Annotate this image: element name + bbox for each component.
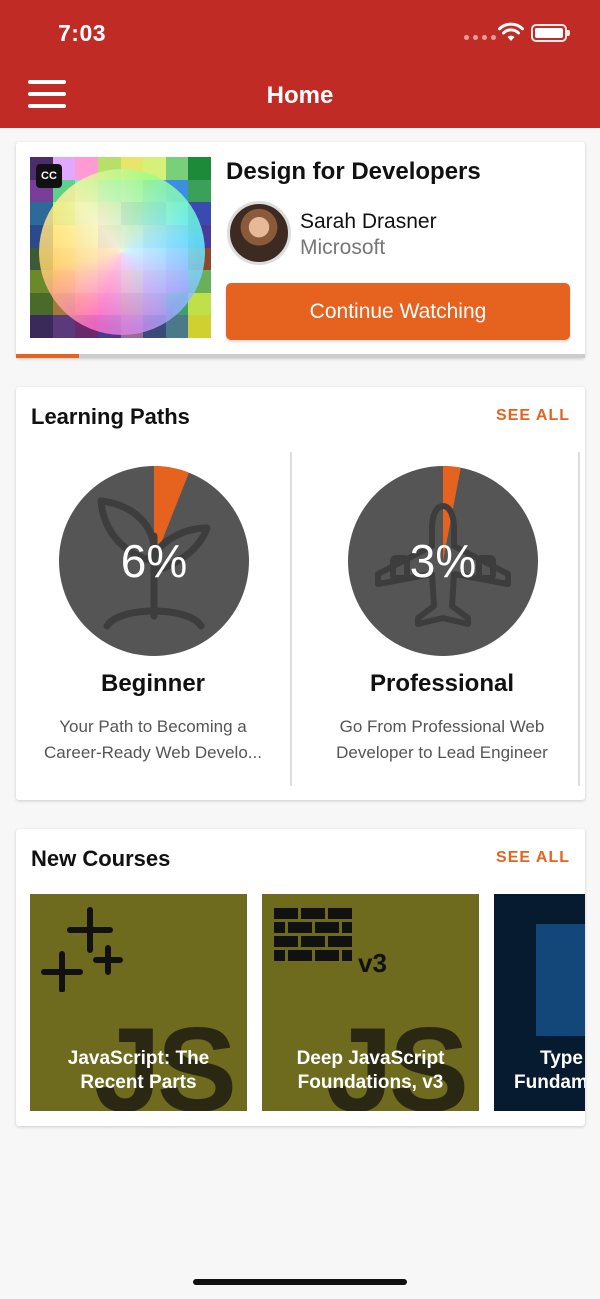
author-organization: Microsoft: [300, 236, 386, 259]
sparkle-plus-icon: [41, 907, 123, 992]
path-divider: [290, 452, 292, 786]
closed-captions-icon: CC: [36, 164, 62, 188]
page-title: Home: [266, 82, 334, 109]
course-tile[interactable]: Type Fundam: [494, 894, 585, 1111]
learning-path-description: Go From Professional Web Developer to Le…: [336, 717, 548, 762]
svg-text:v3: v3: [358, 948, 387, 974]
course-tile[interactable]: JS JavaScript: The Recent Parts: [30, 894, 247, 1111]
learning-path-professional[interactable]: 3% Professional Go From Professional Web…: [305, 451, 579, 785]
home-indicator[interactable]: [193, 1279, 407, 1285]
thumbnail-color-wheel: [39, 169, 205, 335]
course-title[interactable]: Design for Developers: [226, 158, 481, 186]
author-name: Sarah Drasner: [300, 210, 437, 233]
learning-path-name: Beginner: [100, 670, 205, 697]
course-tile[interactable]: v3 JS Deep JavaScript Foundations, v3: [262, 894, 479, 1111]
wifi-icon: [498, 22, 524, 41]
learning-path-description: Your Path to Becoming a Career-Ready Web…: [44, 717, 262, 762]
battery-icon: [531, 24, 570, 42]
signal-dots-icon: [464, 35, 496, 40]
progress-percent: 3%: [409, 535, 477, 587]
new-courses-title: New Courses: [31, 846, 171, 871]
new-courses-see-all-link[interactable]: SEE ALL: [496, 849, 570, 867]
progress-percent: 6%: [120, 535, 188, 587]
course-tile-title: JavaScript: The Recent Parts: [67, 1048, 210, 1093]
author-avatar: [227, 201, 291, 265]
course-tile-art: [536, 924, 585, 1036]
course-thumbnail[interactable]: CC: [30, 157, 211, 338]
course-progress-bar: [16, 354, 585, 358]
course-tile-title: Type Fundam: [514, 1048, 585, 1093]
continue-watching-button[interactable]: Continue Watching: [226, 283, 570, 340]
path-divider: [578, 452, 580, 786]
learning-paths-see-all-link[interactable]: SEE ALL: [496, 407, 570, 425]
status-time: 7:03: [58, 20, 107, 46]
brick-wall-icon: v3: [274, 908, 387, 974]
progress-pie: 3%: [348, 466, 538, 656]
new-courses-card: New Courses SEE ALL JS JavaScript: The R…: [16, 829, 585, 1126]
course-progress-fill: [16, 354, 79, 358]
learning-paths-card: Learning Paths SEE ALL 6% Beginner Your …: [16, 387, 585, 800]
continue-watching-card[interactable]: CC Design for Developers Sarah Drasner M…: [16, 142, 585, 358]
learning-path-name: Professional: [369, 670, 515, 697]
progress-pie: 6%: [59, 466, 249, 656]
learning-paths-title: Learning Paths: [31, 404, 190, 429]
app-header: 7:03 Home: [0, 0, 600, 128]
course-tile-title: Deep JavaScript Foundations, v3: [296, 1048, 445, 1093]
learning-path-beginner[interactable]: 6% Beginner Your Path to Becoming a Care…: [16, 451, 290, 785]
